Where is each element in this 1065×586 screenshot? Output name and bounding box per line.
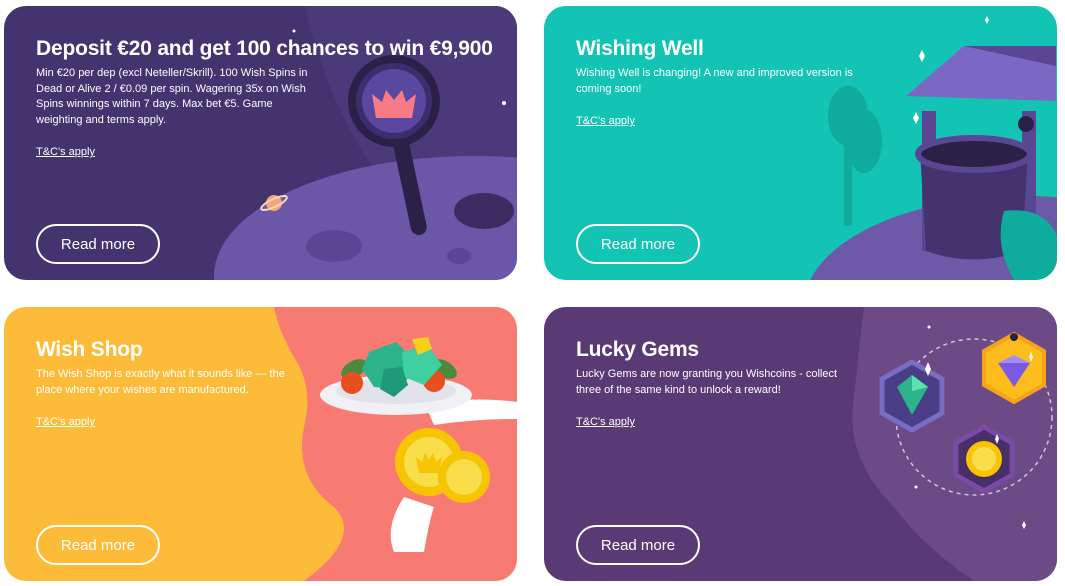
promo-card-deposit: Deposit €20 and get 100 chances to win €… — [4, 6, 517, 280]
tc-link[interactable]: T&C's apply — [36, 416, 95, 428]
promo-card-lucky-gems: Lucky Gems Lucky Gems are now granting y… — [544, 307, 1057, 581]
card-description: Lucky Gems are now granting you Wishcoin… — [576, 368, 838, 396]
card-title: Lucky Gems — [576, 338, 699, 361]
card-title: Deposit €20 and get 100 chances to win €… — [36, 37, 493, 60]
card-description: Min €20 per dep (excl Neteller/Skrill). … — [36, 67, 308, 126]
tc-link[interactable]: T&C's apply — [576, 416, 635, 428]
read-more-button[interactable]: Read more — [576, 224, 700, 264]
read-more-button[interactable]: Read more — [36, 224, 160, 264]
card-title: Wishing Well — [576, 37, 704, 60]
card-title: Wish Shop — [36, 338, 143, 361]
tc-link[interactable]: T&C's apply — [576, 115, 635, 127]
promo-card-wish-shop: Wish Shop The Wish Shop is exactly what … — [4, 307, 517, 581]
promo-card-wishing-well: Wishing Well Wishing Well is changing! A… — [544, 6, 1057, 280]
card-description: Wishing Well is changing! A new and impr… — [576, 67, 853, 95]
read-more-button[interactable]: Read more — [36, 525, 160, 565]
read-more-button[interactable]: Read more — [576, 525, 700, 565]
card-description: The Wish Shop is exactly what it sounds … — [36, 368, 285, 396]
tc-link[interactable]: T&C's apply — [36, 146, 95, 158]
